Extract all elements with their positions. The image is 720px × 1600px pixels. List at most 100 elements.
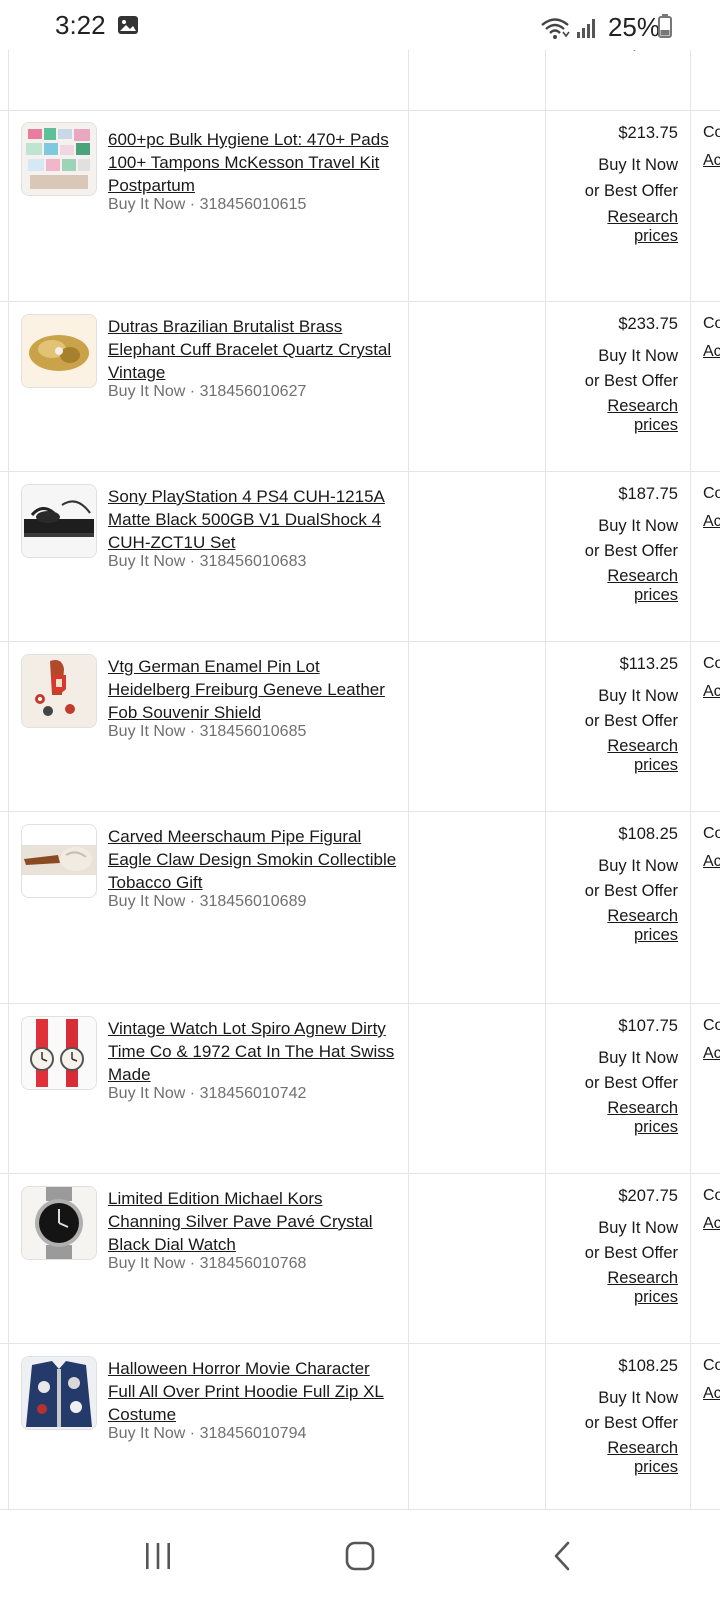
wifi-icon: [541, 17, 570, 39]
item-meta: Buy It Now · 318456010615: [108, 196, 307, 213]
truncated-column: Co Ac dis: [703, 1357, 720, 1403]
best-offer-label: or Best Offer: [584, 1244, 678, 1262]
item-thumbnail[interactable]: [21, 314, 97, 388]
item-price: $108.25: [618, 825, 678, 843]
truncated-link[interactable]: Ac dis: [703, 853, 720, 871]
truncated-link[interactable]: Ac dis: [703, 1045, 720, 1063]
back-icon: [554, 1541, 570, 1571]
truncated-text: Co: [703, 485, 720, 502]
truncated-column: Co Ac dis: [703, 825, 720, 871]
recents-button[interactable]: [133, 1534, 183, 1578]
signal-icon: [576, 18, 595, 38]
research-prices-link[interactable]: Research prices: [578, 1099, 678, 1137]
item-thumbnail[interactable]: [21, 1186, 97, 1260]
best-offer-label: or Best Offer: [584, 712, 678, 730]
home-icon: [345, 1541, 375, 1571]
truncated-text: Co: [703, 1187, 720, 1204]
buy-it-now-label: Buy It Now: [598, 857, 678, 875]
research-prices-link[interactable]: Research prices: [578, 1439, 678, 1477]
truncated-column: Co Ac dis: [703, 1187, 720, 1233]
research-prices-link[interactable]: Research prices: [578, 567, 678, 605]
item-title-link[interactable]: 600+pc Bulk Hygiene Lot: 470+ Pads 100+ …: [108, 128, 398, 197]
truncated-text: Co: [703, 124, 720, 141]
system-nav-bar: [0, 1510, 720, 1600]
battery-icon: [658, 14, 672, 38]
research-prices-link[interactable]: Research prices: [578, 1269, 678, 1307]
item-thumbnail[interactable]: [21, 654, 97, 728]
item-title-link[interactable]: Carved Meerschaum Pipe Figural Eagle Cla…: [108, 825, 398, 894]
truncated-link[interactable]: Ac dis: [703, 1215, 720, 1233]
item-thumbnail[interactable]: [21, 1016, 97, 1090]
item-title-link[interactable]: Sony PlayStation 4 PS4 CUH-1215A Matte B…: [108, 485, 398, 554]
table-row: Vtg German Enamel Pin Lot Heidelberg Fre…: [0, 642, 720, 812]
item-thumbnail[interactable]: [21, 824, 97, 898]
truncated-text: Co: [703, 825, 720, 842]
buy-it-now-label: Buy It Now: [598, 687, 678, 705]
buy-it-now-label: Buy It Now: [598, 1049, 678, 1067]
status-bar: 3:22 25%: [0, 0, 720, 50]
best-offer-label: or Best Offer: [584, 182, 678, 200]
truncated-text: Co: [703, 1357, 720, 1374]
item-thumbnail[interactable]: [21, 1356, 97, 1430]
table-row: Limited Edition Michael Kors Channing Si…: [0, 1174, 720, 1344]
truncated-column: Co Ac dis: [703, 124, 720, 170]
item-title-link[interactable]: Halloween Horror Movie Character Full Al…: [108, 1357, 398, 1426]
item-title-link[interactable]: Vintage Watch Lot Spiro Agnew Dirty Time…: [108, 1017, 398, 1086]
best-offer-label: or Best Offer: [584, 372, 678, 390]
truncated-link[interactable]: Ac dis: [703, 683, 720, 701]
item-thumbnail[interactable]: [21, 484, 97, 558]
truncated-link[interactable]: Ac dis: [703, 343, 720, 361]
table-row-partial: prices: [0, 44, 720, 111]
item-price: $113.25: [619, 655, 678, 673]
item-meta: Buy It Now · 318456010683: [108, 553, 307, 570]
truncated-link[interactable]: Ac dis: [703, 1385, 720, 1403]
listing-table: prices 600+pc Bulk Hygiene Lot: 470+: [0, 44, 720, 1510]
home-button[interactable]: [335, 1534, 385, 1578]
item-price: $108.25: [618, 1357, 678, 1375]
buy-it-now-label: Buy It Now: [598, 517, 678, 535]
truncated-text: Co: [703, 655, 720, 672]
truncated-column: Co Ac dis: [703, 485, 720, 531]
item-thumbnail[interactable]: [21, 122, 97, 196]
item-price: $233.75: [618, 315, 678, 333]
item-price: $213.75: [618, 124, 678, 142]
item-meta: Buy It Now · 318456010689: [108, 893, 307, 910]
buy-it-now-label: Buy It Now: [598, 347, 678, 365]
battery-percent: 25%: [607, 12, 660, 42]
truncated-link[interactable]: Ac dis: [703, 152, 720, 170]
item-price: $207.75: [618, 1187, 678, 1205]
best-offer-label: or Best Offer: [584, 1414, 678, 1432]
item-meta: Buy It Now · 318456010794: [108, 1425, 307, 1442]
table-row: 600+pc Bulk Hygiene Lot: 470+ Pads 100+ …: [0, 110, 720, 302]
research-prices-link[interactable]: Research prices: [578, 907, 678, 945]
truncated-column: Co Ac dis: [703, 655, 720, 701]
item-price: $107.75: [618, 1017, 678, 1035]
item-title-link[interactable]: Limited Edition Michael Kors Channing Si…: [108, 1187, 398, 1256]
truncated-link[interactable]: Ac dis: [703, 513, 720, 531]
research-prices-link[interactable]: Research prices: [578, 397, 678, 435]
back-button[interactable]: [537, 1534, 587, 1578]
item-price: $187.75: [618, 485, 678, 503]
table-row: Carved Meerschaum Pipe Figural Eagle Cla…: [0, 812, 720, 1004]
table-row: Sony PlayStation 4 PS4 CUH-1215A Matte B…: [0, 472, 720, 642]
item-title-link[interactable]: Vtg German Enamel Pin Lot Heidelberg Fre…: [108, 655, 398, 724]
table-row: Vintage Watch Lot Spiro Agnew Dirty Time…: [0, 1004, 720, 1174]
buy-it-now-label: Buy It Now: [598, 1219, 678, 1237]
buy-it-now-label: Buy It Now: [598, 156, 678, 174]
table-row: Halloween Horror Movie Character Full Al…: [0, 1344, 720, 1510]
best-offer-label: or Best Offer: [584, 1074, 678, 1092]
best-offer-label: or Best Offer: [584, 882, 678, 900]
truncated-text: Co: [703, 1017, 720, 1034]
buy-it-now-label: Buy It Now: [598, 1389, 678, 1407]
truncated-column: Co Ac dis: [703, 315, 720, 361]
item-meta: Buy It Now · 318456010627: [108, 383, 307, 400]
status-time: 3:22: [55, 10, 106, 40]
image-icon: [118, 16, 138, 34]
recents-icon: [146, 1543, 170, 1569]
research-prices-link[interactable]: Research prices: [578, 737, 678, 775]
item-meta: Buy It Now · 318456010742: [108, 1085, 307, 1102]
table-row: Dutras Brazilian Brutalist Brass Elephan…: [0, 302, 720, 472]
research-prices-link[interactable]: Research prices: [578, 208, 678, 246]
item-title-link[interactable]: Dutras Brazilian Brutalist Brass Elephan…: [108, 315, 398, 384]
item-meta: Buy It Now · 318456010685: [108, 723, 307, 740]
